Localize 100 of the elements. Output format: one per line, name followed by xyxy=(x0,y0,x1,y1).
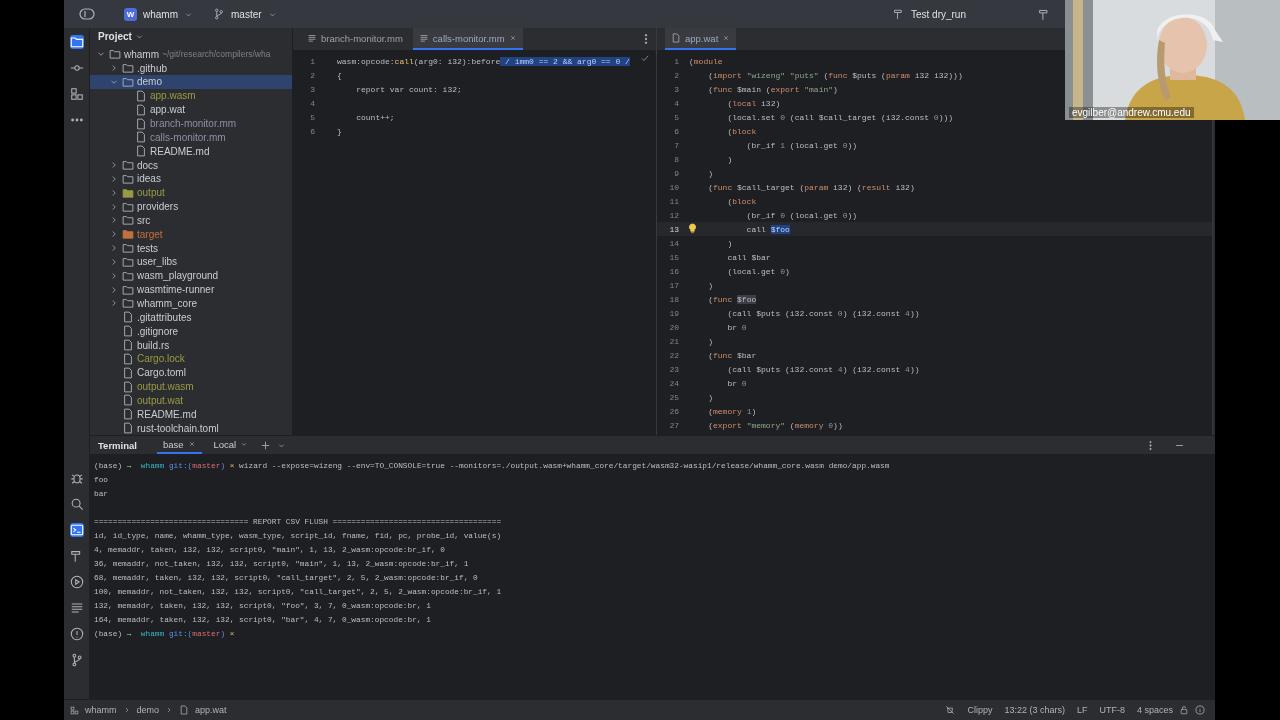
code-line: br 0 xyxy=(726,322,747,332)
breadcrumb[interactable]: whamm xyxy=(85,705,117,715)
terminal-icon[interactable] xyxy=(69,523,84,537)
file-icon xyxy=(122,339,134,351)
tree-item[interactable]: rust-toolchain.toml xyxy=(90,421,292,435)
line-number: 11 xyxy=(668,196,679,206)
code-line: (local.set 0 (call $call_target (i32.const 0))) xyxy=(726,112,954,122)
tree-item[interactable]: wasmtime-runner xyxy=(90,282,292,297)
code-line: wasm:opcode:call(arg0: i32):before / imm0 == 2 && arg0 == 0 / xyxy=(337,56,630,66)
editor-tab[interactable]: calls-monitor.mm xyxy=(412,28,523,50)
file-icon xyxy=(135,117,147,130)
file-icon xyxy=(135,89,147,102)
line-number: 3 xyxy=(673,84,679,94)
tree-item[interactable]: output.wasm xyxy=(90,379,292,394)
tree-item[interactable]: app.wasm xyxy=(90,88,292,103)
line-number: 17 xyxy=(668,280,679,290)
lightbulb-icon[interactable] xyxy=(687,223,698,234)
indent-setting[interactable]: 4 spaces xyxy=(1136,705,1173,715)
code-line: (func $foo xyxy=(707,294,757,304)
tree-item[interactable]: whamm ~/git/research/compilers/wha xyxy=(90,47,292,62)
line-number: 2 xyxy=(673,70,679,80)
project-selector[interactable]: whamm xyxy=(143,8,178,20)
file-icon xyxy=(122,422,134,435)
tree-item[interactable]: tests xyxy=(90,241,292,256)
file-icon xyxy=(122,325,134,338)
problems-icon[interactable] xyxy=(69,627,84,641)
tree-item[interactable]: Cargo.lock xyxy=(90,351,292,366)
debug-icon[interactable] xyxy=(69,471,84,485)
lock-icon[interactable] xyxy=(1179,705,1189,715)
structure-icon[interactable] xyxy=(69,87,84,101)
line-number: 16 xyxy=(668,266,679,276)
folder-icon xyxy=(122,255,134,268)
tree-item[interactable]: output xyxy=(90,185,292,200)
line-number: 26 xyxy=(668,406,679,416)
tree-item[interactable]: branch-monitor.mm xyxy=(90,116,292,131)
line-number: 7 xyxy=(673,140,679,150)
tree-item[interactable]: .gitattributes xyxy=(90,310,292,325)
line-number: 2 xyxy=(309,70,315,80)
editor-tab[interactable]: app.wat xyxy=(665,28,737,50)
tree-item[interactable]: output.wat xyxy=(90,393,292,408)
tree-item[interactable]: .github xyxy=(90,61,292,76)
terminal-tab[interactable]: Local xyxy=(207,436,255,454)
tree-item[interactable]: demo xyxy=(90,75,292,89)
tree-item[interactable]: README.md xyxy=(90,407,292,422)
editor-tab[interactable]: branch-monitor.mm xyxy=(301,28,409,50)
tree-item[interactable]: target xyxy=(90,227,292,242)
linter-status[interactable]: Clippy xyxy=(967,705,993,715)
check-icon xyxy=(640,53,650,63)
info-icon[interactable] xyxy=(1195,705,1205,715)
tree-item[interactable]: build.rs xyxy=(90,338,292,352)
code-line: (block xyxy=(726,196,757,206)
code-line: count++; xyxy=(355,112,395,122)
project-badge: W xyxy=(124,7,137,21)
tree-item[interactable]: providers xyxy=(90,199,292,214)
line-number: 18 xyxy=(668,294,679,304)
panel-title[interactable]: Project xyxy=(98,31,132,43)
tree-item[interactable]: app.wat xyxy=(90,102,292,117)
breadcrumb[interactable]: demo xyxy=(136,705,160,715)
close-icon[interactable] xyxy=(187,440,196,448)
line-number: 13 xyxy=(668,224,679,234)
run-configuration[interactable]: Test dry_run xyxy=(910,8,966,20)
folder-icon xyxy=(122,283,134,296)
code-line: ) xyxy=(707,280,713,290)
line-number: 24 xyxy=(668,378,679,388)
line-separator[interactable]: LF xyxy=(1076,705,1088,715)
tree-item[interactable]: docs xyxy=(90,158,292,172)
file-encoding[interactable]: UTF-8 xyxy=(1099,705,1125,715)
breadcrumb[interactable]: app.wat xyxy=(195,705,227,715)
line-number: 12 xyxy=(668,210,679,220)
tree-item[interactable]: README.md xyxy=(90,144,292,159)
branch-selector[interactable]: master xyxy=(231,8,262,20)
code-line: (func $main (export "main") xyxy=(707,84,838,94)
tree-item[interactable]: Cargo.toml xyxy=(90,365,292,380)
line-number: 14 xyxy=(668,238,679,248)
tree-item[interactable]: ideas xyxy=(90,171,292,186)
caret-position[interactable]: 13:22 (3 chars) xyxy=(1004,705,1065,715)
services-icon[interactable] xyxy=(69,575,84,589)
folder-icon xyxy=(122,172,134,185)
git-icon[interactable] xyxy=(69,653,84,667)
terminal-tab[interactable]: base xyxy=(156,436,202,454)
tree-item[interactable]: src xyxy=(90,213,292,228)
file-icon xyxy=(135,145,147,158)
add-icon[interactable] xyxy=(260,439,272,451)
tree-item[interactable]: .gitignore xyxy=(90,324,292,339)
code-line: } xyxy=(337,126,342,136)
search-icon[interactable] xyxy=(69,497,84,511)
tree-item[interactable]: calls-monitor.mm xyxy=(90,130,292,145)
close-icon[interactable] xyxy=(508,34,517,42)
close-icon[interactable] xyxy=(722,34,731,42)
code-line: (local.get 0) xyxy=(726,266,790,276)
project-icon[interactable] xyxy=(69,35,84,49)
line-number: 27 xyxy=(668,420,679,430)
list-icon[interactable] xyxy=(69,601,84,615)
tree-item[interactable]: user_libs xyxy=(90,255,292,269)
code-line: { xyxy=(337,70,342,80)
tree-item[interactable]: wasm_playground xyxy=(90,268,292,283)
tree-item[interactable]: whamm_core xyxy=(90,296,292,311)
code-line: (export "memory" (memory 0)) xyxy=(707,420,843,430)
file-icon xyxy=(122,311,134,324)
code-line: (memory 1) xyxy=(707,406,757,416)
